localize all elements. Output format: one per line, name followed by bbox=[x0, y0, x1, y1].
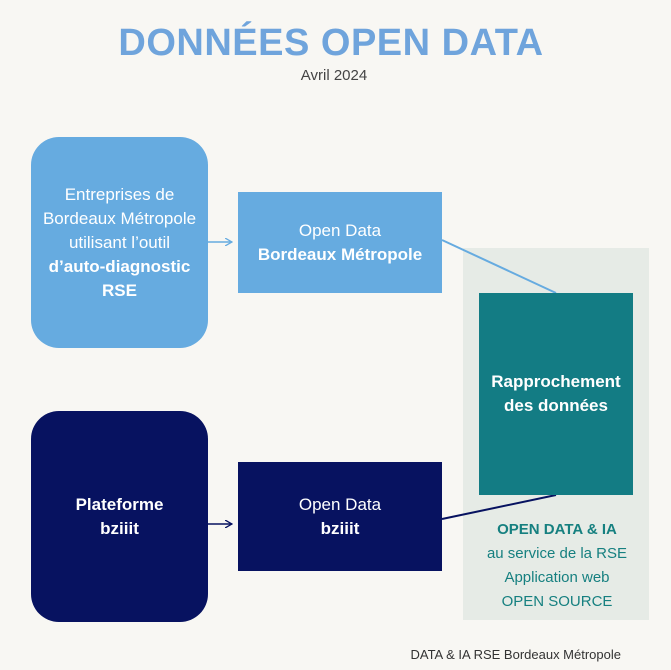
node-open-data-bziiit: Open Data bziiit bbox=[238, 462, 442, 571]
node-entreprises-line4: d’auto-diagnostic bbox=[48, 256, 191, 276]
caption-line1: OPEN DATA & IA bbox=[497, 521, 617, 538]
caption-line3: Application web bbox=[504, 569, 610, 586]
node-open-data-bziiit-line2: bziiit bbox=[320, 518, 360, 538]
node-entreprises-line3: utilisant l’outil bbox=[68, 232, 171, 252]
caption-line4: OPEN SOURCE bbox=[501, 593, 613, 610]
node-entreprises-line5: RSE bbox=[102, 280, 137, 300]
node-entreprises: Entreprises de Bordeaux Métropole utilis… bbox=[31, 137, 208, 348]
node-plateforme-line1: Plateforme bbox=[75, 494, 164, 514]
connector-opendata-bziiit-to-rapprochement bbox=[441, 494, 557, 520]
node-open-data-bm-line2: Bordeaux Métropole bbox=[257, 244, 423, 264]
node-plateforme-line2: bziiit bbox=[100, 518, 139, 538]
node-entreprises-line2: Bordeaux Métropole bbox=[42, 208, 197, 228]
footer-credit: DATA & IA RSE Bordeaux Métropole bbox=[410, 647, 621, 662]
caption-line2: au service de la RSE bbox=[486, 545, 628, 562]
node-open-data-bordeaux-metropole: Open Data Bordeaux Métropole bbox=[238, 192, 442, 293]
node-rapprochement: Rapprochement des données bbox=[479, 293, 633, 495]
node-open-data-bm-line1: Open Data bbox=[298, 220, 382, 240]
connector-opendata-bm-to-rapprochement bbox=[441, 239, 557, 294]
result-caption: OPEN DATA & IA au service de la RSE Appl… bbox=[468, 518, 646, 614]
node-entreprises-line1: Entreprises de bbox=[64, 184, 175, 204]
node-rapprochement-line1: Rapprochement bbox=[491, 372, 621, 391]
node-rapprochement-line2: des données bbox=[504, 396, 608, 415]
node-plateforme-bziiit: Plateforme bziiit bbox=[31, 411, 208, 622]
node-open-data-bziiit-line1: Open Data bbox=[298, 494, 382, 514]
